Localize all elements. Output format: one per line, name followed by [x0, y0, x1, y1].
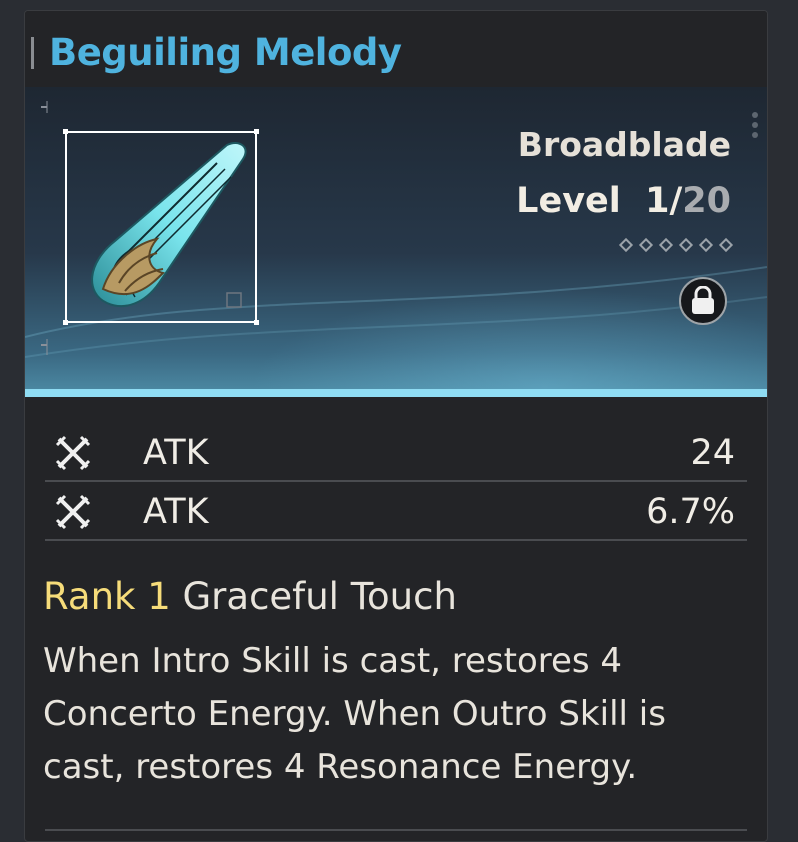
stat-name: ATK [143, 433, 209, 473]
broadblade-weapon-icon [91, 141, 247, 308]
ascension-diamond [678, 237, 694, 253]
weapon-type: Broadblade [517, 125, 731, 164]
title-bar: Beguiling Melody [25, 11, 767, 87]
ascension-diamonds [618, 237, 734, 253]
atk-swords-icon [55, 435, 91, 471]
weapon-card: Beguiling Melody Broadblade Level 1/20 A… [24, 10, 768, 842]
stats-list: ATK 24 ATK 6.7% [45, 425, 747, 541]
stat-value: 24 [690, 433, 735, 473]
rank-label: Rank 1 [43, 575, 171, 618]
level-current: 1/ [645, 181, 683, 221]
hero-accent-line [25, 389, 767, 397]
passive-name: Graceful Touch [182, 575, 457, 618]
ascension-diamond [698, 237, 714, 253]
stat-row: ATK 6.7% [45, 484, 747, 541]
stat-name: ATK [143, 492, 209, 532]
weapon-hero-panel: Broadblade Level 1/20 [25, 87, 767, 389]
divider [45, 829, 747, 831]
weapon-level: Level 1/20 [516, 181, 731, 221]
lock-icon [692, 286, 714, 314]
lock-button[interactable] [679, 277, 727, 325]
level-label: Level [516, 181, 621, 221]
ascension-diamond [718, 237, 734, 253]
stat-row: ATK 24 [45, 425, 747, 482]
ascension-diamond [618, 237, 634, 253]
ascension-diamond [658, 237, 674, 253]
weapon-name: Beguiling Melody [49, 31, 402, 74]
stat-value: 6.7% [646, 492, 735, 532]
level-max: 20 [682, 181, 731, 221]
atk-swords-icon [55, 494, 91, 530]
ascension-diamond [638, 237, 654, 253]
passive-title: Rank 1 Graceful Touch [43, 575, 457, 618]
weapon-image-frame [63, 129, 259, 325]
passive-description: When Intro Skill is cast, restores 4 Con… [43, 641, 666, 787]
title-accent-bar [31, 37, 34, 69]
